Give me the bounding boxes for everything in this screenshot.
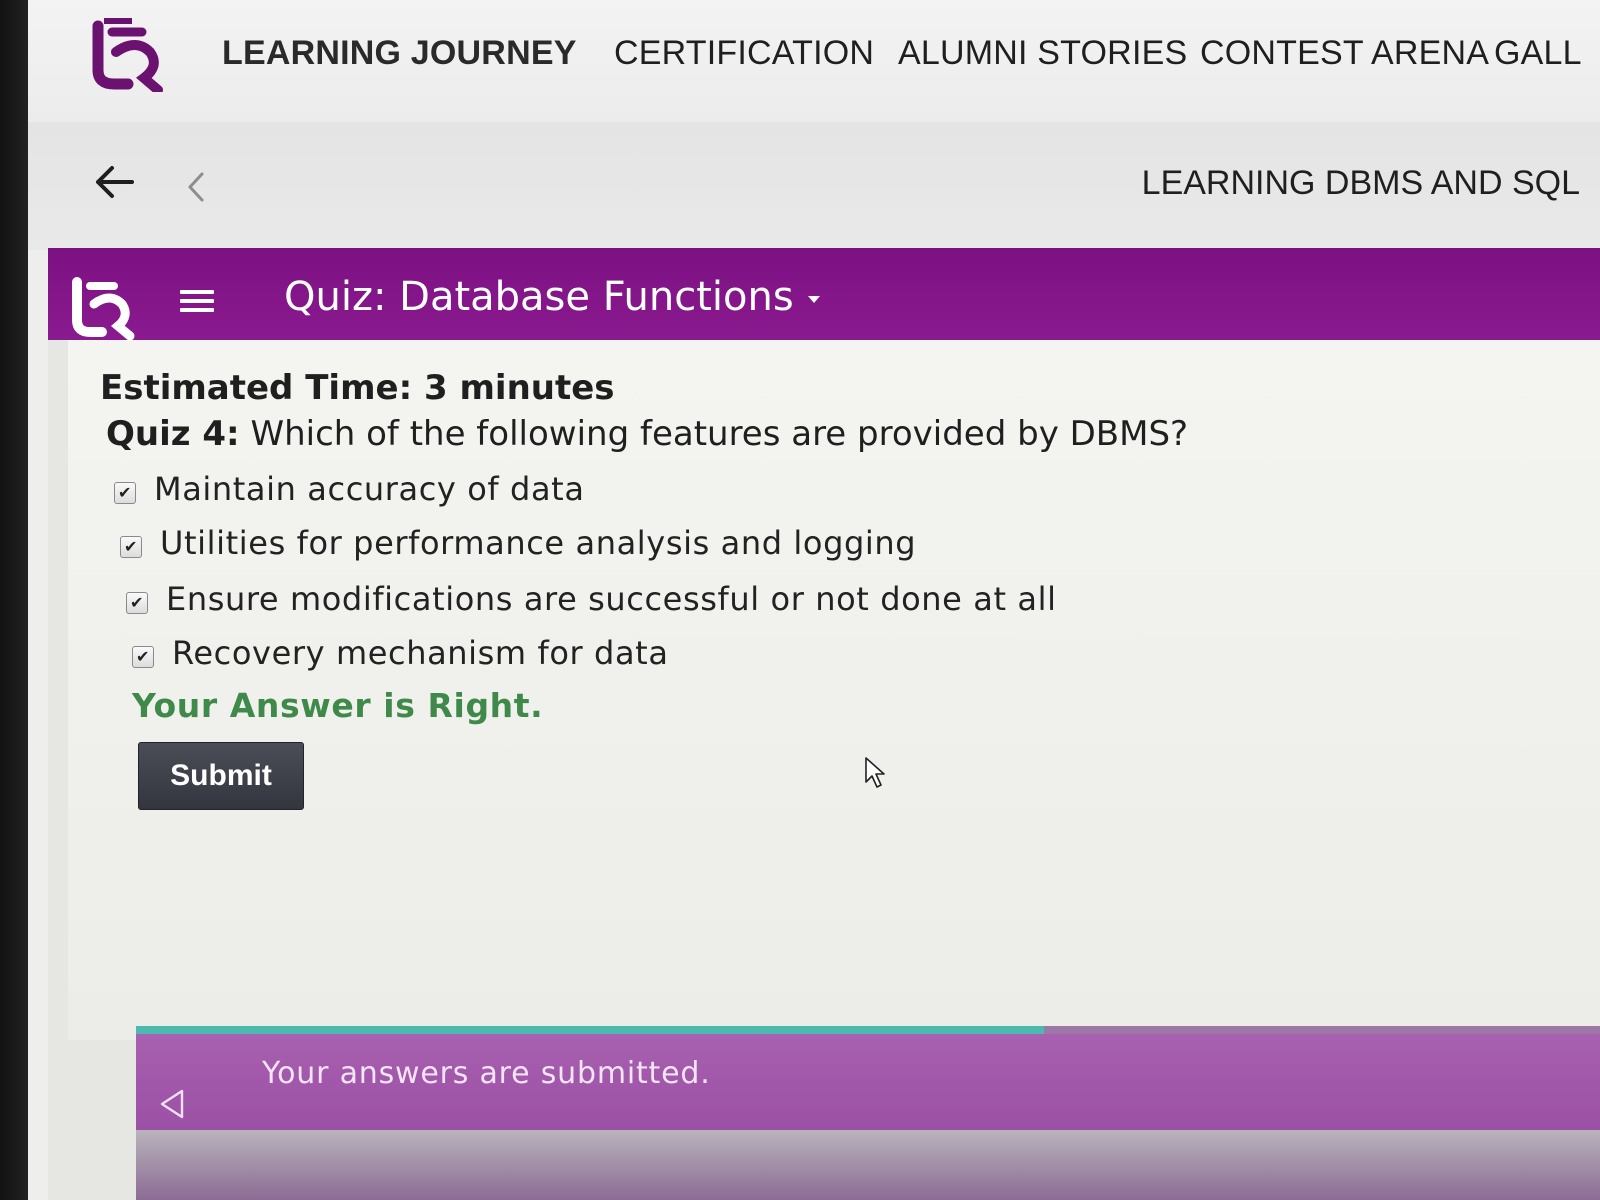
nav-contest-arena[interactable]: CONTEST ARENA bbox=[1200, 34, 1489, 73]
brand-logo-small[interactable] bbox=[68, 274, 138, 340]
answer-option-label: Utilities for performance analysis and l… bbox=[160, 524, 917, 562]
chevron-left-icon[interactable] bbox=[184, 170, 208, 204]
back-arrow-icon[interactable] bbox=[92, 160, 136, 204]
checkbox[interactable]: ✔ bbox=[126, 592, 148, 614]
question-label: Quiz 4: bbox=[106, 414, 240, 454]
quiz-question: Quiz 4: Which of the following features … bbox=[106, 414, 1188, 454]
quiz-title: Quiz: Database Functions bbox=[284, 274, 794, 320]
quiz-title-dropdown[interactable]: Quiz: Database Functions bbox=[284, 274, 820, 320]
triangle-left-icon[interactable] bbox=[158, 1088, 186, 1120]
quiz-header-bar bbox=[48, 248, 1600, 340]
checkmark-icon: ✔ bbox=[117, 483, 132, 502]
course-title: LEARNING DBMS AND SQL bbox=[1141, 164, 1580, 202]
progress-bar bbox=[136, 1026, 1044, 1034]
bottom-strip bbox=[136, 1130, 1600, 1200]
hamburger-menu-icon[interactable] bbox=[180, 290, 214, 314]
nav-certification[interactable]: CERTIFICATION bbox=[614, 34, 874, 73]
estimated-time: Estimated Time: 3 minutes bbox=[100, 368, 615, 408]
answer-option-label: Maintain accuracy of data bbox=[154, 470, 585, 508]
answer-feedback: Your Answer is Right. bbox=[132, 686, 544, 725]
checkmark-icon: ✔ bbox=[123, 537, 138, 556]
caret-down-icon bbox=[807, 295, 820, 303]
nav-alumni-stories[interactable]: ALUMNI STORIES bbox=[898, 34, 1187, 73]
submission-notice-text: Your answers are submitted. bbox=[262, 1056, 711, 1091]
checkbox[interactable]: ✔ bbox=[114, 482, 136, 504]
nav-learning-journey[interactable]: LEARNING JOURNEY bbox=[222, 34, 577, 73]
submit-button[interactable]: Submit bbox=[138, 742, 304, 810]
checkmark-icon: ✔ bbox=[129, 593, 144, 612]
checkbox[interactable]: ✔ bbox=[120, 536, 142, 558]
nav-gallery[interactable]: GALL bbox=[1494, 34, 1582, 73]
brand-logo[interactable] bbox=[88, 18, 168, 92]
answer-option-label: Recovery mechanism for data bbox=[172, 634, 669, 672]
question-text: Which of the following features are prov… bbox=[239, 414, 1189, 454]
checkmark-icon: ✔ bbox=[135, 647, 150, 666]
screen: LEARNING JOURNEY CERTIFICATION ALUMNI ST… bbox=[28, 0, 1600, 1200]
answer-option-label: Ensure modifications are successful or n… bbox=[166, 580, 1057, 618]
checkbox[interactable]: ✔ bbox=[132, 646, 154, 668]
mouse-pointer-icon bbox=[865, 757, 885, 788]
